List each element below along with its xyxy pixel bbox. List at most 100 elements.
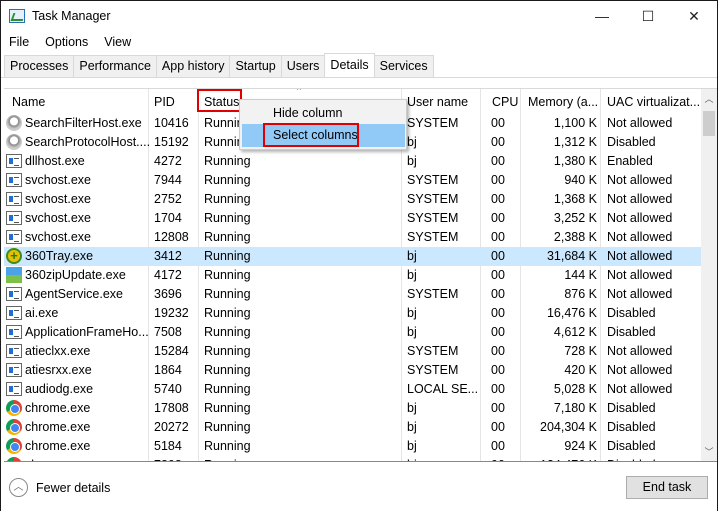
- cell-cpu: 00: [491, 325, 505, 339]
- table-row[interactable]: 360zipUpdate.exe 4172 Running bj 00 144 K Not …: [4, 266, 701, 285]
- menu-item-hide-column[interactable]: Hide column: [242, 102, 405, 125]
- cell-uac: Disabled: [607, 458, 656, 461]
- table-row[interactable]: ai.exe 19232 Running bj 00 16,476 K Disabled: [4, 304, 701, 323]
- tab-app-history[interactable]: App history: [155, 55, 231, 77]
- table-row[interactable]: svchost.exe 1704 Running SYSTEM 00 3,252 K Not…: [4, 209, 701, 228]
- table-row[interactable]: svchost.exe 2752 Running SYSTEM 00 1,368 K Not…: [4, 190, 701, 209]
- cell-memory: 3,252 K: [553, 211, 597, 225]
- tab-services[interactable]: Services: [373, 55, 434, 77]
- chrome-icon: [6, 457, 22, 461]
- table-row[interactable]: +360Tray.exe 3412 Running bj 00 31,684 K Not a…: [4, 247, 701, 266]
- status-header-highlight: [197, 89, 242, 112]
- table-row[interactable]: audiodg.exe 5740 Running LOCAL SE... 00 5,028…: [4, 380, 701, 399]
- task-manager-window: Task Manager — ☐ ✕ File Options View Pro…: [0, 0, 718, 511]
- window-icon: [6, 173, 22, 187]
- scrollbar-thumb[interactable]: [703, 111, 715, 136]
- cell-pid: 7808: [154, 458, 182, 461]
- column-header-name[interactable]: Name: [12, 95, 45, 109]
- cell-pid: 4172: [154, 268, 182, 282]
- table-row[interactable]: chrome.exe 17808 Running bj 00 7,180 K Disable…: [4, 399, 701, 418]
- cell-cpu: 00: [491, 306, 505, 320]
- cell-memory: 5,028 K: [553, 382, 597, 396]
- window-icon: [6, 211, 22, 225]
- table-row[interactable]: chrome.exe 7808 Running bj 00 134,476 K Disabl…: [4, 456, 701, 461]
- cell-user: bj: [407, 249, 417, 263]
- chrome-icon: [6, 400, 22, 416]
- cell-uac: Not allowed: [607, 116, 673, 130]
- cell-uac: Not allowed: [607, 249, 673, 263]
- window-icon: [6, 154, 22, 168]
- table-row[interactable]: atiesrxx.exe 1864 Running SYSTEM 00 420 K Not …: [4, 361, 701, 380]
- cell-memory: 4,612 K: [553, 325, 597, 339]
- column-header-cpu[interactable]: CPU: [492, 95, 518, 109]
- tab-details[interactable]: Details: [324, 53, 375, 77]
- cell-name: svchost.exe: [25, 230, 92, 244]
- cell-status: Running: [204, 344, 251, 358]
- column-header-uac[interactable]: UAC virtualizat...: [607, 95, 700, 109]
- cell-user: SYSTEM: [407, 363, 459, 377]
- end-task-button[interactable]: End task: [626, 476, 708, 499]
- table-row[interactable]: svchost.exe 7944 Running SYSTEM 00 940 K Not a…: [4, 171, 701, 190]
- cell-status: Running: [204, 211, 251, 225]
- cell-uac: Not allowed: [607, 173, 673, 187]
- vertical-scrollbar[interactable]: ︿ ﹀: [701, 89, 717, 461]
- cell-pid: 5184: [154, 439, 182, 453]
- table-row[interactable]: AgentService.exe 3696 Running SYSTEM 00 876 K…: [4, 285, 701, 304]
- task-manager-icon: [9, 9, 25, 23]
- fewer-details-label: Fewer details: [36, 480, 111, 495]
- cell-pid: 19232: [154, 306, 189, 320]
- menu-view[interactable]: View: [96, 32, 139, 52]
- cell-status: Running: [204, 287, 251, 301]
- cell-pid: 3412: [154, 249, 182, 263]
- cell-memory: 420 K: [564, 363, 597, 377]
- column-header-pid[interactable]: PID: [154, 95, 175, 109]
- cell-cpu: 00: [491, 344, 505, 358]
- cell-status: Running: [204, 154, 251, 168]
- cell-user: bj: [407, 458, 417, 461]
- cell-name: 360zipUpdate.exe: [25, 268, 126, 282]
- cell-memory: 134,476 K: [523, 458, 597, 461]
- cell-user: bj: [407, 135, 417, 149]
- cell-status: Running: [204, 268, 251, 282]
- tab-processes[interactable]: Processes: [4, 55, 75, 77]
- cell-cpu: 00: [491, 287, 505, 301]
- maximize-button[interactable]: ☐: [625, 1, 671, 31]
- menu-options[interactable]: Options: [37, 32, 96, 52]
- fewer-details-button[interactable]: ︿ Fewer details: [9, 478, 110, 497]
- cell-name: dllhost.exe: [25, 154, 85, 168]
- cell-user: bj: [407, 439, 417, 453]
- cell-name: chrome.exe: [25, 458, 90, 461]
- cell-name: ApplicationFrameHo...: [25, 325, 149, 339]
- column-header-user-name[interactable]: User name: [407, 95, 468, 109]
- cell-name: ai.exe: [25, 306, 59, 320]
- table-row[interactable]: svchost.exe 12808 Running SYSTEM 00 2,388 K No…: [4, 228, 701, 247]
- cell-memory: 1,368 K: [553, 192, 597, 206]
- scroll-up-arrow-icon[interactable]: ︿: [701, 92, 717, 105]
- minimize-button[interactable]: —: [579, 1, 625, 31]
- cell-uac: Not allowed: [607, 230, 673, 244]
- cell-name: svchost.exe: [25, 211, 92, 225]
- scroll-down-arrow-icon[interactable]: ﹀: [701, 445, 717, 458]
- cell-user: SYSTEM: [407, 211, 459, 225]
- table-row[interactable]: dllhost.exe 4272 Running bj 00 1,380 K Enabled: [4, 152, 701, 171]
- cell-cpu: 00: [491, 268, 505, 282]
- close-button[interactable]: ✕: [671, 1, 717, 31]
- cell-user: SYSTEM: [407, 173, 459, 187]
- window-icon: [6, 192, 22, 206]
- table-row[interactable]: atieclxx.exe 15284 Running SYSTEM 00 728 K Not…: [4, 342, 701, 361]
- cell-memory: 940 K: [564, 173, 597, 187]
- tab-performance[interactable]: Performance: [73, 55, 157, 77]
- cell-name: SearchProtocolHost....: [25, 135, 151, 149]
- tab-startup[interactable]: Startup: [229, 55, 282, 77]
- cell-uac: Not allowed: [607, 344, 673, 358]
- table-row[interactable]: ApplicationFrameHo... 7508 Running bj 00 4,61…: [4, 323, 701, 342]
- cell-uac: Disabled: [607, 439, 656, 453]
- cell-cpu: 00: [491, 382, 505, 396]
- cell-memory: 2,388 K: [553, 230, 597, 244]
- window-icon: [6, 306, 22, 320]
- menu-file[interactable]: File: [1, 32, 37, 52]
- table-row[interactable]: chrome.exe 20272 Running bj 00 204,304 K Disab…: [4, 418, 701, 437]
- table-row[interactable]: chrome.exe 5184 Running bj 00 924 K Disabled: [4, 437, 701, 456]
- tab-users[interactable]: Users: [280, 55, 326, 77]
- column-header-memory[interactable]: Memory (a...: [528, 95, 598, 109]
